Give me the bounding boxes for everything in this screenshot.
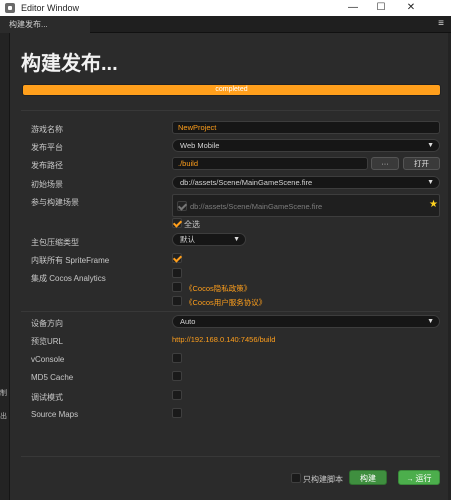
scenes-label: 参与构建场景 [31, 198, 79, 207]
build-path-input[interactable]: ./build [172, 157, 368, 170]
chevron-down-icon: ▼ [427, 142, 434, 149]
title-bar: Editor Window — ☐ ✕ [0, 0, 451, 16]
chevron-down-icon: ▼ [427, 318, 434, 325]
orientation-label: 设备方向 [31, 319, 63, 328]
debug-mode-checkbox[interactable] [172, 390, 182, 400]
edge-glyph: 制 [0, 390, 7, 397]
app-icon [5, 3, 15, 13]
analytics-label: 集成 Cocos Analytics [31, 274, 106, 283]
source-maps-checkbox[interactable] [172, 408, 182, 418]
browse-button[interactable]: ··· [371, 157, 399, 170]
start-scene-select[interactable]: db://assets/Scene/MainGameScene.fire ▼ [172, 176, 440, 189]
compression-label: 主包压缩类型 [31, 238, 79, 247]
build-button[interactable]: 构建 [349, 470, 387, 485]
terms-link[interactable]: 《Cocos用户服务协议》 [185, 297, 266, 308]
start-scene-label: 初始场景 [31, 180, 63, 189]
left-panel-edge: 制 出 [0, 33, 10, 500]
page-title: 构建发布... [21, 53, 118, 75]
divider [21, 110, 440, 111]
orientation-value: Auto [180, 317, 196, 326]
platform-select[interactable]: Web Mobile ▼ [172, 139, 440, 152]
start-scene-value: db://assets/Scene/MainGameScene.fire [180, 178, 313, 187]
platform-label: 发布平台 [31, 143, 63, 152]
divider [21, 456, 440, 457]
star-icon: ★ [429, 199, 438, 210]
open-button[interactable]: 打开 [403, 157, 440, 170]
build-script-only-label: 只构建脚本 [303, 475, 343, 484]
md5-cache-label: MD5 Cache [31, 373, 74, 382]
run-button[interactable]: → 运行 [398, 470, 440, 485]
analytics-checkbox[interactable] [172, 268, 182, 278]
editor-window: Editor Window — ☐ ✕ 构建发布... ≡ 制 出 构建发布..… [0, 0, 451, 500]
build-path-label: 发布路径 [31, 161, 63, 170]
divider [21, 311, 440, 312]
select-all-label: 全选 [184, 220, 200, 229]
menu-icon[interactable]: ≡ [435, 18, 447, 30]
chevron-down-icon: ▼ [427, 179, 434, 186]
minimize-icon[interactable]: — [339, 0, 367, 16]
preview-url-link[interactable]: http://192.168.0.140:7456/build [172, 335, 275, 344]
orientation-select[interactable]: Auto ▼ [172, 315, 440, 328]
compression-value: 默认 [180, 235, 195, 244]
close-icon[interactable]: ✕ [395, 0, 427, 16]
tab-build[interactable]: 构建发布... [0, 16, 90, 33]
edge-glyph: 出 [0, 413, 7, 420]
chevron-down-icon: ▼ [233, 236, 240, 243]
window-title: Editor Window [21, 3, 80, 13]
source-maps-label: Source Maps [31, 410, 79, 419]
scene-list: db://assets/Scene/MainGameScene.fire ★ [172, 194, 440, 217]
game-name-input[interactable]: NewProject [172, 121, 440, 134]
platform-value: Web Mobile [180, 141, 220, 150]
scene-item-label: db://assets/Scene/MainGameScene.fire [190, 202, 323, 211]
play-arrow-icon: → [406, 476, 414, 483]
maximize-icon[interactable]: ☐ [367, 0, 395, 16]
inline-sprites-checkbox[interactable] [172, 253, 182, 263]
privacy-policy-link[interactable]: 《Cocos隐私政策》 [185, 283, 251, 294]
build-script-only-checkbox[interactable] [291, 473, 301, 483]
md5-cache-checkbox[interactable] [172, 371, 182, 381]
debug-mode-label: 调试模式 [31, 393, 63, 402]
privacy-checkbox[interactable] [172, 282, 182, 292]
select-all-checkbox[interactable] [172, 218, 182, 228]
inline-sprites-label: 内联所有 SpriteFrame [31, 256, 110, 265]
vconsole-label: vConsole [31, 355, 65, 364]
game-name-label: 游戏名称 [31, 125, 63, 134]
compression-select[interactable]: 默认 ▼ [172, 233, 246, 246]
build-progress-bar: completed [22, 84, 441, 96]
preview-url-label: 预览URL [31, 337, 64, 346]
scene-checkbox[interactable] [177, 201, 187, 211]
terms-checkbox[interactable] [172, 296, 182, 306]
vconsole-checkbox[interactable] [172, 353, 182, 363]
run-label: 运行 [415, 474, 432, 483]
tab-bar: 构建发布... ≡ [0, 16, 451, 33]
